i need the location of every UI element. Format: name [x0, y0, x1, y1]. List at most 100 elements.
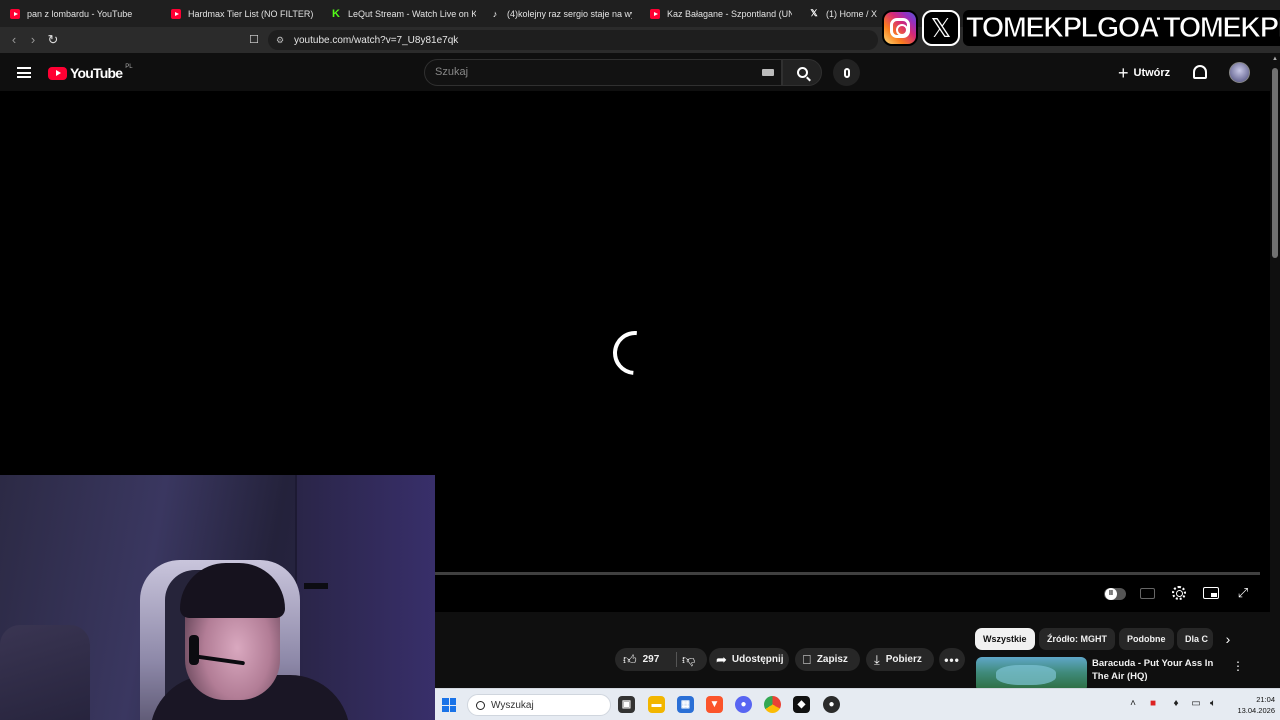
share-icon: ➦ [716, 652, 727, 667]
youtube-play-icon [48, 66, 67, 80]
like-count: 297 [642, 654, 660, 665]
bookmark-icon: ⎕ [803, 652, 811, 667]
bookmark-icon[interactable]: ☐ [246, 32, 262, 48]
subtitles-icon[interactable] [1140, 588, 1155, 599]
fullscreen-icon[interactable]: ⤢ [1236, 586, 1250, 600]
tray-app-icon[interactable]: ■ [1147, 698, 1159, 712]
search-icon [796, 67, 808, 78]
microphone-tray-icon[interactable]: ♦ [1170, 698, 1182, 712]
webcam-overlay [0, 475, 435, 720]
chip-all[interactable]: Wszystkie [975, 628, 1035, 650]
brave-icon[interactable]: ▼ [706, 696, 723, 713]
logo-text: YouTube [70, 65, 123, 81]
url-text: youtube.com/watch?v=7_U8y81e7qk [294, 34, 459, 46]
miniplayer-icon[interactable] [1203, 587, 1219, 599]
progress-bar[interactable] [435, 572, 1260, 575]
taskbar-search[interactable]: Wyszukaj [467, 694, 611, 716]
youtube-logo[interactable]: YouTube PL [48, 64, 133, 81]
tab-title: pan z lombardu - YouTube [27, 8, 133, 19]
search-button[interactable] [782, 59, 822, 86]
country-code: PL [125, 64, 133, 70]
network-icon[interactable]: ▭ [1190, 698, 1202, 712]
tab-title: Hardmax Tier List (NO FILTER) - You [188, 8, 316, 19]
system-clock[interactable]: 21:04 13.04.2026 [1225, 694, 1275, 716]
forward-icon[interactable]: › [25, 32, 41, 48]
download-icon: ⤓ [874, 652, 880, 667]
url-field[interactable]: ⚙ youtube.com/watch?v=7_U8y81e7qk [268, 30, 878, 50]
download-button[interactable]: ⤓ Pobierz [866, 648, 934, 671]
voice-search-button[interactable] [833, 59, 860, 86]
x-logo-icon: 𝕏 [922, 10, 960, 46]
loading-spinner [604, 322, 666, 384]
windows-start-icon[interactable] [442, 698, 456, 712]
plus-icon: + [1118, 63, 1129, 83]
chevron-right-icon[interactable]: › [1220, 628, 1236, 650]
browser-tab[interactable]: 𝕏 (1) Home / X [809, 0, 879, 27]
more-vert-icon[interactable]: ⋮ [1232, 658, 1244, 674]
tab-title: Kaz Bałagane - Szpontland (UNRELE [667, 8, 792, 19]
door-handle [304, 583, 328, 589]
youtube-icon [650, 8, 660, 19]
menu-icon[interactable] [17, 67, 31, 78]
like-button[interactable]: 👍︎ 297 👎︎ [615, 648, 707, 671]
background-pillow [0, 625, 90, 720]
autoplay-toggle[interactable] [1104, 588, 1126, 600]
tab-title: (4)kolejny raz sergio staje na wysok [507, 8, 632, 19]
divider [676, 652, 677, 667]
scroll-up-icon[interactable]: ▲ [1272, 56, 1278, 62]
more-actions-button[interactable]: ••• [939, 648, 965, 671]
avatar[interactable] [1229, 62, 1250, 83]
volume-icon[interactable]: 🔈︎ [1207, 698, 1219, 712]
tray-chevron-icon[interactable]: ˄ [1127, 698, 1139, 712]
chip-related[interactable]: Podobne [1119, 628, 1174, 650]
share-button[interactable]: ➦ Udostępnij [709, 648, 789, 671]
faceit-icon[interactable]: ◆ [793, 696, 810, 713]
save-label: Zapisz [816, 654, 848, 665]
settings-icon[interactable] [1172, 586, 1186, 600]
thumbs-down-icon[interactable]: 👎︎ [682, 653, 695, 666]
chrome-icon[interactable] [764, 696, 781, 713]
create-label: Utwórz [1133, 67, 1171, 79]
instagram-icon [882, 10, 918, 46]
reload-icon[interactable]: ↻ [45, 32, 61, 48]
thumbs-up-icon: 👍︎ [623, 652, 637, 667]
back-icon[interactable]: ‹ [6, 32, 22, 48]
chip-for-you[interactable]: Dla C [1177, 628, 1213, 650]
windows-taskbar: Wyszukaj ▣ ▬ ▦ ▼ ● ◆ ● ˄ ■ ♦ ▭ 🔈︎ 21:04 … [435, 688, 1280, 720]
browser-tab[interactable]: K LeQut Stream - Watch Live on Kick [331, 0, 476, 27]
discord-icon[interactable]: ● [735, 696, 752, 713]
create-button[interactable]: + Utwórz [1118, 62, 1170, 84]
browser-tab[interactable]: Hardmax Tier List (NO FILTER) - You [171, 0, 316, 27]
clock-time: 21:04 [1256, 695, 1275, 704]
chip-source[interactable]: Źródło: MGHT [1039, 628, 1115, 650]
tab-title: (1) Home / X [826, 8, 878, 19]
share-label: Udostępnij [731, 654, 784, 665]
keyboard-icon[interactable] [762, 69, 774, 76]
store-icon[interactable]: ▦ [677, 696, 694, 713]
site-info-icon[interactable]: ⚙ [276, 35, 286, 45]
search-input[interactable]: Szukaj [424, 59, 782, 86]
recommended-thumbnail[interactable] [976, 657, 1087, 692]
browser-tab[interactable]: ♪ (4)kolejny raz sergio staje na wysok [490, 0, 632, 27]
headset [189, 635, 199, 665]
youtube-icon [171, 8, 181, 19]
x-icon: 𝕏 [810, 8, 818, 18]
mic-icon [843, 67, 850, 78]
file-explorer-icon[interactable]: ▬ [648, 696, 665, 713]
scroll-thumb[interactable] [1272, 68, 1278, 258]
recommended-title[interactable]: Baracuda - Put Your Ass In The Air (HQ) [1092, 657, 1227, 683]
tiktok-icon: ♪ [492, 8, 498, 19]
taskbar-search-placeholder: Wyszukaj [491, 699, 534, 711]
overlay-handle: TOMEKPLGOAT [963, 10, 1176, 46]
tab-title: LeQut Stream - Watch Live on Kick [348, 8, 476, 19]
clock-date: 13.04.2026 [1237, 706, 1275, 715]
search-icon [476, 700, 485, 710]
browser-tab[interactable]: pan z lombardu - YouTube [10, 0, 160, 27]
notifications-icon[interactable] [1193, 65, 1207, 79]
browser-tab[interactable]: Kaz Bałagane - Szpontland (UNRELE [650, 0, 792, 27]
screen: { "browser": { "tabs": [ {"title": "pan … [0, 0, 1280, 720]
task-view-icon[interactable]: ▣ [618, 696, 635, 713]
obs-icon[interactable]: ● [823, 696, 840, 713]
page-scrollbar[interactable]: ▲ [1270, 53, 1280, 720]
save-button[interactable]: ⎕ Zapisz [795, 648, 860, 671]
